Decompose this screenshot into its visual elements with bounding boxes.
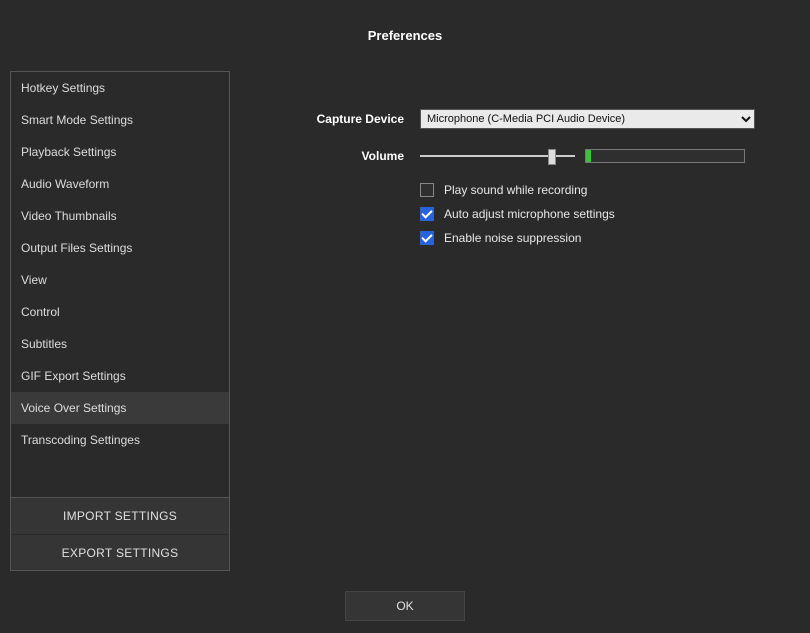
sidebar-item-label: Voice Over Settings — [21, 401, 126, 415]
sidebar-item-control[interactable]: Control — [11, 296, 229, 328]
sidebar-item-view[interactable]: View — [11, 264, 229, 296]
sidebar-item-smart-mode-settings[interactable]: Smart Mode Settings — [11, 104, 229, 136]
volume-slider[interactable] — [420, 150, 575, 162]
checkbox-box — [420, 231, 434, 245]
sidebar-item-label: GIF Export Settings — [21, 369, 126, 383]
io-button-group: IMPORT SETTINGS EXPORT SETTINGS — [11, 497, 229, 570]
ok-button[interactable]: OK — [345, 591, 465, 621]
sidebar-item-subtitles[interactable]: Subtitles — [11, 328, 229, 360]
content-area: Hotkey Settings Smart Mode Settings Play… — [0, 71, 810, 571]
sidebar: Hotkey Settings Smart Mode Settings Play… — [10, 71, 230, 571]
sidebar-item-output-files-settings[interactable]: Output Files Settings — [11, 232, 229, 264]
sidebar-item-label: Smart Mode Settings — [21, 113, 133, 127]
footer: OK — [0, 591, 810, 621]
checkbox-label: Auto adjust microphone settings — [444, 207, 615, 221]
sidebar-item-label: Video Thumbnails — [21, 209, 117, 223]
sidebar-item-label: Output Files Settings — [21, 241, 132, 255]
export-settings-button[interactable]: EXPORT SETTINGS — [11, 534, 229, 570]
auto-adjust-microphone-checkbox[interactable]: Auto adjust microphone settings — [420, 207, 800, 221]
sidebar-item-label: View — [21, 273, 47, 287]
options-group: Play sound while recording Auto adjust m… — [420, 183, 800, 245]
sidebar-item-playback-settings[interactable]: Playback Settings — [11, 136, 229, 168]
volume-label: Volume — [300, 149, 420, 163]
sidebar-item-label: Audio Waveform — [21, 177, 109, 191]
page-title: Preferences — [0, 0, 810, 43]
capture-device-label: Capture Device — [300, 112, 420, 126]
volume-row: Volume — [300, 149, 800, 163]
volume-level-meter — [585, 149, 745, 163]
volume-controls — [420, 149, 745, 163]
sidebar-item-label: Subtitles — [21, 337, 67, 351]
sidebar-item-audio-waveform[interactable]: Audio Waveform — [11, 168, 229, 200]
volume-slider-thumb[interactable] — [548, 149, 556, 165]
import-settings-button[interactable]: IMPORT SETTINGS — [11, 498, 229, 534]
checkbox-label: Enable noise suppression — [444, 231, 581, 245]
sidebar-item-voice-over-settings[interactable]: Voice Over Settings — [11, 392, 229, 424]
sidebar-item-label: Control — [21, 305, 60, 319]
enable-noise-suppression-checkbox[interactable]: Enable noise suppression — [420, 231, 800, 245]
sidebar-item-gif-export-settings[interactable]: GIF Export Settings — [11, 360, 229, 392]
volume-level-meter-fill — [586, 150, 591, 162]
sidebar-item-label: Hotkey Settings — [21, 81, 105, 95]
capture-device-select[interactable]: Microphone (C-Media PCI Audio Device) — [420, 109, 755, 129]
capture-device-row: Capture Device Microphone (C-Media PCI A… — [300, 109, 800, 129]
sidebar-item-video-thumbnails[interactable]: Video Thumbnails — [11, 200, 229, 232]
sidebar-item-hotkey-settings[interactable]: Hotkey Settings — [11, 72, 229, 104]
sidebar-item-label: Playback Settings — [21, 145, 116, 159]
sidebar-list: Hotkey Settings Smart Mode Settings Play… — [11, 72, 229, 497]
checkbox-box — [420, 207, 434, 221]
sidebar-item-label: Transcoding Settinges — [21, 433, 140, 447]
checkbox-box — [420, 183, 434, 197]
settings-panel: Capture Device Microphone (C-Media PCI A… — [230, 71, 800, 571]
play-sound-while-recording-checkbox[interactable]: Play sound while recording — [420, 183, 800, 197]
checkbox-label: Play sound while recording — [444, 183, 587, 197]
sidebar-item-transcoding-settings[interactable]: Transcoding Settinges — [11, 424, 229, 456]
